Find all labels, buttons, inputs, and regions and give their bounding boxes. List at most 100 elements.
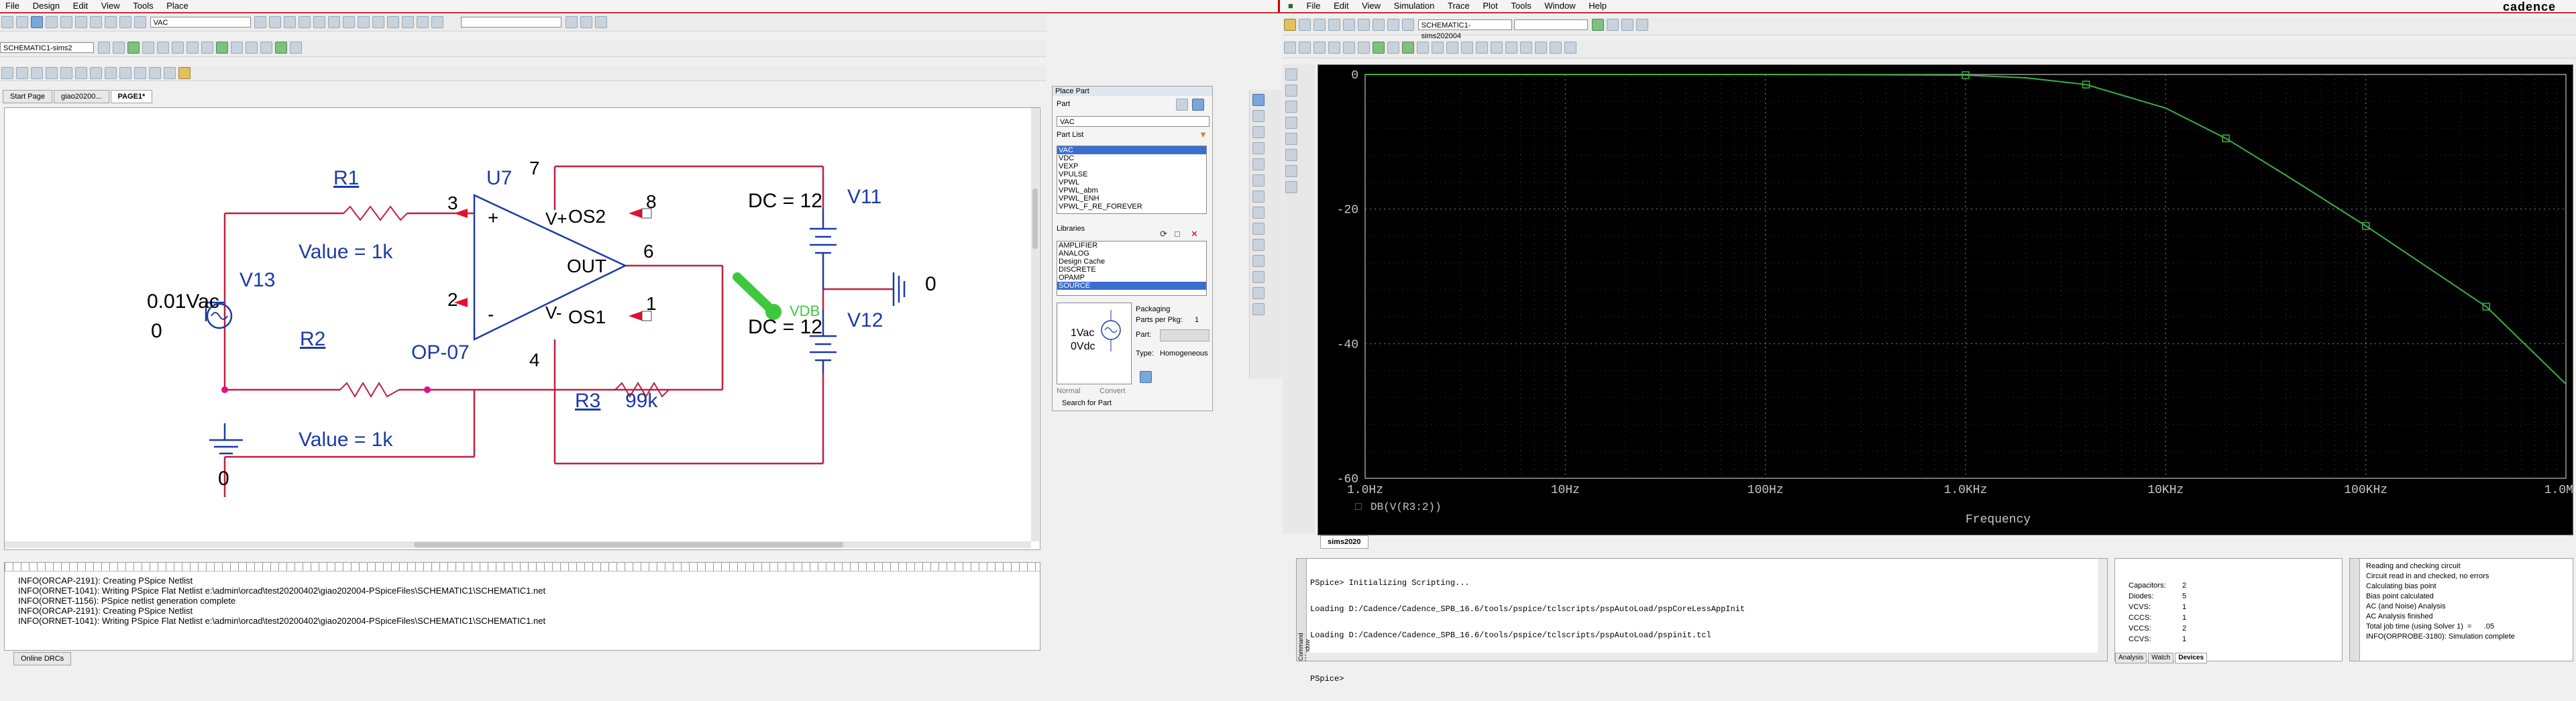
add-trace-icon[interactable] [1373, 42, 1385, 54]
menu-window[interactable]: Window [1539, 0, 1580, 12]
bias-toggle-icon[interactable] [274, 42, 287, 54]
r1-refdes[interactable]: R1 [333, 167, 359, 190]
power-icon[interactable] [1252, 191, 1265, 203]
binoculars-icon[interactable] [565, 16, 578, 28]
marker-diff-icon[interactable] [1285, 165, 1297, 177]
distribute-v-icon[interactable] [105, 67, 117, 79]
netlist-icon[interactable] [343, 16, 356, 28]
zoom-fit-icon[interactable] [1328, 42, 1340, 54]
performance-icon[interactable] [1550, 42, 1562, 54]
list-item[interactable]: VPULSE [1057, 170, 1206, 178]
rotate-icon[interactable] [119, 67, 131, 79]
bias-i-icon[interactable] [245, 42, 258, 54]
print-icon[interactable] [46, 16, 58, 28]
vdb-marker-label[interactable]: VDB [790, 303, 820, 320]
ground-icon[interactable] [1252, 207, 1265, 219]
distribute-h-icon[interactable] [90, 67, 102, 79]
marker-i-icon[interactable] [1285, 85, 1297, 97]
trace-legend[interactable]: DB(V(R3:2)) [1371, 501, 1442, 513]
part-field[interactable] [1160, 329, 1210, 341]
hier-block-icon[interactable] [1252, 239, 1265, 251]
zoom-in-icon[interactable] [1284, 42, 1296, 54]
net-alias-icon[interactable] [1252, 158, 1265, 170]
menu-simulation[interactable]: Simulation [1389, 0, 1440, 12]
search-for-part[interactable]: Search for Part [1062, 399, 1112, 407]
list-item[interactable]: VPWL_ENH [1057, 195, 1206, 203]
library-list[interactable]: AMPLIFIER ANALOG Design Cache DISCRETE O… [1057, 241, 1207, 296]
schematic-canvas[interactable]: R1 Value = 1k R2 Value = 1k R3 99k U7 OP… [4, 107, 1040, 550]
convert-radio[interactable]: Convert [1099, 387, 1126, 395]
r2-refdes[interactable]: R2 [300, 328, 325, 351]
current-marker-icon[interactable] [186, 42, 199, 54]
bias-refresh-icon[interactable] [289, 42, 302, 54]
open-icon[interactable] [16, 16, 28, 28]
ungroup-icon[interactable] [164, 67, 176, 79]
nav-back-icon[interactable] [580, 16, 592, 28]
normal-radio[interactable]: Normal [1057, 387, 1080, 395]
list-item[interactable]: VPWL_abm [1057, 186, 1206, 195]
copy-icon[interactable] [75, 16, 87, 28]
trough-icon[interactable] [1432, 42, 1444, 54]
tab-page1[interactable]: PAGE1* [110, 90, 153, 103]
new-icon[interactable] [1284, 19, 1296, 31]
list-item[interactable]: SOURCE [1057, 282, 1206, 290]
align-middle-icon[interactable] [60, 67, 72, 79]
undo-icon[interactable] [105, 16, 117, 28]
select-icon[interactable] [1252, 94, 1265, 106]
r3-value[interactable]: 99k [625, 390, 657, 413]
bom-icon[interactable] [372, 16, 385, 28]
marker-p-icon[interactable] [1285, 101, 1297, 113]
v13-value[interactable]: 0.01Vac [147, 290, 219, 313]
new-icon[interactable] [1, 16, 13, 28]
menu-view[interactable]: View [1356, 0, 1386, 12]
r1-value[interactable]: Value = 1k [299, 241, 392, 264]
project-icon[interactable] [387, 16, 400, 28]
list-item[interactable]: OPAMP [1057, 274, 1206, 282]
add-icon[interactable]: □ [1175, 229, 1180, 239]
cut-icon[interactable] [1343, 19, 1355, 31]
cursor-icon[interactable] [1402, 42, 1414, 54]
refresh-icon[interactable]: ⟳ [1160, 229, 1167, 239]
copy-icon[interactable] [1358, 19, 1370, 31]
cut-icon[interactable] [60, 16, 72, 28]
nav-forward-icon[interactable] [594, 16, 607, 28]
probe-plot[interactable]: 1.0Hz10Hz100Hz1.0KHz10KHz100KHz1.0MHz0-2… [1318, 64, 2573, 535]
menu-place[interactable]: Place [161, 0, 194, 12]
no-connect-icon[interactable] [1252, 255, 1265, 267]
run-icon[interactable] [127, 42, 140, 54]
min-icon[interactable] [1461, 42, 1473, 54]
list-item[interactable]: VAC [1057, 146, 1206, 154]
log-x-icon[interactable] [1343, 42, 1355, 54]
list-item[interactable]: AMPLIFIER [1057, 241, 1206, 250]
console-hscroll[interactable] [1306, 653, 2098, 661]
list-item[interactable]: Design Cache [1057, 258, 1206, 266]
voltage-diff-icon[interactable] [171, 42, 184, 54]
schematic-vscrollbar[interactable] [1031, 108, 1039, 541]
print-icon[interactable] [1328, 19, 1340, 31]
tab-project[interactable]: giao20200... [53, 90, 109, 103]
trace-expr-icon[interactable] [1387, 42, 1399, 54]
power-marker-icon[interactable] [201, 42, 213, 54]
part-list[interactable]: VAC VDC VEXP VPULSE VPWL VPWL_abm VPWL_E… [1057, 146, 1207, 214]
schematic-hscrollbar[interactable] [5, 541, 1031, 548]
zoom-area-icon[interactable] [284, 16, 297, 28]
pause-icon[interactable] [1606, 19, 1619, 31]
measure-icon[interactable] [1535, 42, 1547, 54]
align-right-icon[interactable] [31, 67, 43, 79]
grid-icon[interactable] [417, 16, 429, 28]
mark-icon[interactable] [1520, 42, 1532, 54]
slope-icon[interactable] [1446, 42, 1458, 54]
offpage-icon[interactable] [1252, 223, 1265, 235]
mirror-icon[interactable] [134, 67, 146, 79]
place-icon[interactable] [134, 16, 146, 28]
search-combo[interactable] [460, 17, 561, 28]
tab-devices[interactable]: Devices [2175, 653, 2208, 663]
filter-icon[interactable]: ▼ [1199, 129, 1208, 140]
eval-icon[interactable] [1564, 42, 1576, 54]
align-bottom-icon[interactable] [75, 67, 87, 79]
max-icon[interactable] [1476, 42, 1488, 54]
annotate-icon[interactable] [313, 16, 326, 28]
hscroll-thumb[interactable] [414, 542, 843, 547]
run-combo[interactable] [1514, 19, 1589, 30]
u7-refdes[interactable]: U7 [486, 167, 512, 190]
